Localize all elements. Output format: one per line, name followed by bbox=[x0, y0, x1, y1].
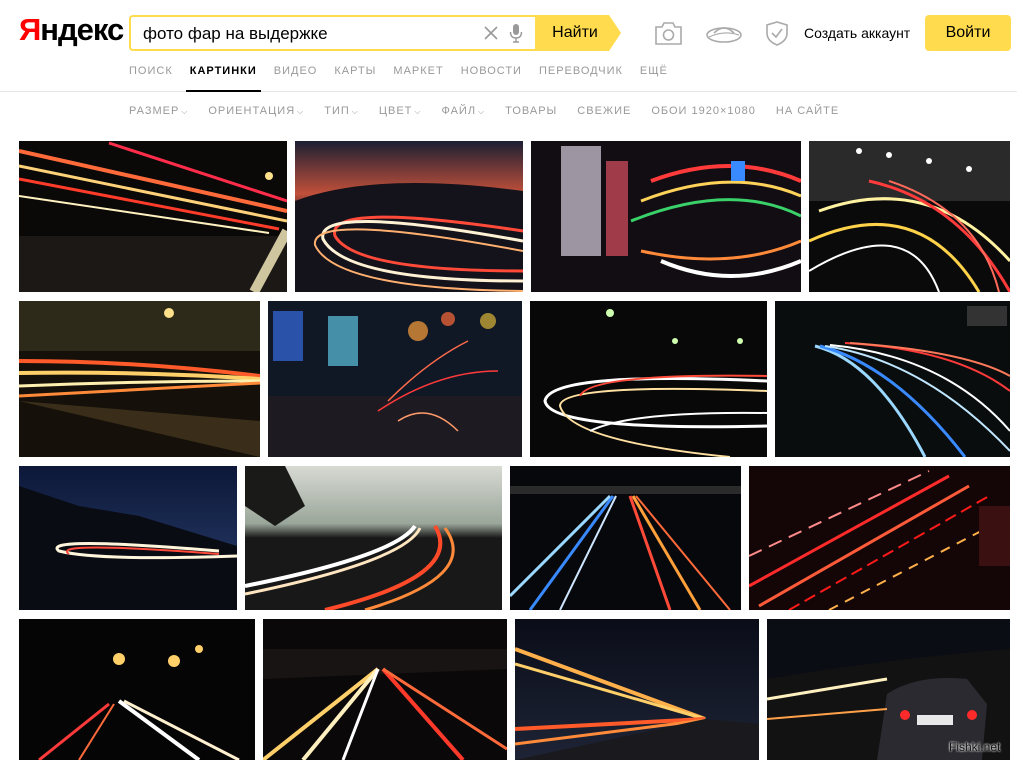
search-box bbox=[129, 15, 535, 51]
filter-fresh[interactable]: СВЕЖИЕ bbox=[577, 105, 631, 121]
yandex-logo[interactable]: Яндекс bbox=[19, 12, 124, 48]
image-thumbnail[interactable] bbox=[515, 619, 759, 760]
image-thumbnail[interactable] bbox=[19, 141, 287, 292]
nav-market[interactable]: МАРКЕТ bbox=[393, 64, 443, 92]
image-thumbnail[interactable] bbox=[749, 466, 1010, 610]
image-thumbnail[interactable] bbox=[268, 301, 522, 457]
image-thumbnail[interactable] bbox=[809, 141, 1010, 292]
service-nav: ПОИСК КАРТИНКИ ВИДЕО КАРТЫ МАРКЕТ НОВОСТ… bbox=[129, 64, 685, 92]
filter-on-site[interactable]: НА САЙТЕ bbox=[776, 105, 839, 121]
nav-images[interactable]: КАРТИНКИ bbox=[185, 64, 261, 92]
logo-rest: ндекс bbox=[40, 12, 124, 47]
image-thumbnail[interactable] bbox=[767, 619, 1010, 760]
nav-more[interactable]: ЕЩЁ bbox=[640, 64, 668, 92]
logo-first-letter: Я bbox=[19, 12, 41, 47]
nav-news[interactable]: НОВОСТИ bbox=[461, 64, 522, 92]
microphone-icon[interactable] bbox=[509, 23, 523, 43]
watermark: Fishki.net bbox=[949, 740, 1001, 754]
filter-color[interactable]: ЦВЕТ ⌵ bbox=[379, 105, 422, 121]
chevron-down-icon: ⌵ bbox=[351, 107, 359, 116]
login-button[interactable]: Войти bbox=[925, 15, 1011, 51]
search-input[interactable] bbox=[143, 23, 463, 45]
nav-translator[interactable]: ПЕРЕВОДЧИК bbox=[539, 64, 623, 92]
filter-goods[interactable]: ТОВАРЫ bbox=[505, 105, 557, 121]
filter-file[interactable]: ФАЙЛ ⌵ bbox=[441, 105, 485, 121]
camera-icon[interactable] bbox=[654, 21, 683, 46]
clear-icon[interactable] bbox=[483, 25, 499, 41]
chevron-down-icon: ⌵ bbox=[478, 107, 486, 116]
filter-label: ОРИЕНТАЦИЯ bbox=[208, 105, 296, 117]
nav-search[interactable]: ПОИСК bbox=[129, 64, 173, 92]
nav-video[interactable]: ВИДЕО bbox=[274, 64, 318, 92]
chevron-down-icon: ⌵ bbox=[297, 107, 305, 116]
image-thumbnail[interactable] bbox=[775, 301, 1010, 457]
filter-label: ТИП bbox=[324, 105, 350, 117]
filter-label: ФАЙЛ bbox=[441, 105, 477, 117]
chevron-down-icon: ⌵ bbox=[181, 107, 189, 116]
filter-label: ЦВЕТ bbox=[378, 105, 413, 117]
filter-size[interactable]: РАЗМЕР ⌵ bbox=[129, 105, 188, 121]
chevron-down-icon: ⌵ bbox=[414, 107, 422, 116]
create-account-link[interactable]: Создать аккаунт bbox=[804, 25, 910, 41]
image-thumbnail[interactable] bbox=[19, 301, 260, 457]
image-thumbnail[interactable] bbox=[19, 466, 237, 610]
image-thumbnail[interactable] bbox=[245, 466, 502, 610]
filter-type[interactable]: ТИП ⌵ bbox=[324, 105, 359, 121]
filter-label: РАЗМЕР bbox=[129, 105, 180, 117]
image-thumbnail[interactable] bbox=[531, 141, 801, 292]
image-thumbnail[interactable] bbox=[263, 619, 507, 760]
find-button-label: Найти bbox=[552, 24, 598, 41]
filter-bar: РАЗМЕР ⌵ ОРИЕНТАЦИЯ ⌵ ТИП ⌵ ЦВЕТ ⌵ ФАЙЛ ⌵ ТОВ… bbox=[129, 105, 859, 121]
find-button[interactable]: Найти bbox=[535, 15, 621, 51]
disk-icon[interactable] bbox=[705, 22, 743, 44]
image-thumbnail[interactable] bbox=[295, 141, 523, 292]
image-thumbnail[interactable] bbox=[19, 619, 255, 760]
image-thumbnail[interactable] bbox=[530, 301, 767, 457]
filter-wallpapers[interactable]: ОБОИ 1920×1080 bbox=[651, 105, 756, 121]
header: Яндекс Найти Создать аккаунт Войти ПОИСК… bbox=[0, 0, 1017, 92]
image-thumbnail[interactable] bbox=[510, 466, 741, 610]
nav-maps[interactable]: КАРТЫ bbox=[334, 64, 376, 92]
shield-icon[interactable] bbox=[766, 21, 788, 46]
filter-orientation[interactable]: ОРИЕНТАЦИЯ ⌵ bbox=[208, 105, 304, 121]
